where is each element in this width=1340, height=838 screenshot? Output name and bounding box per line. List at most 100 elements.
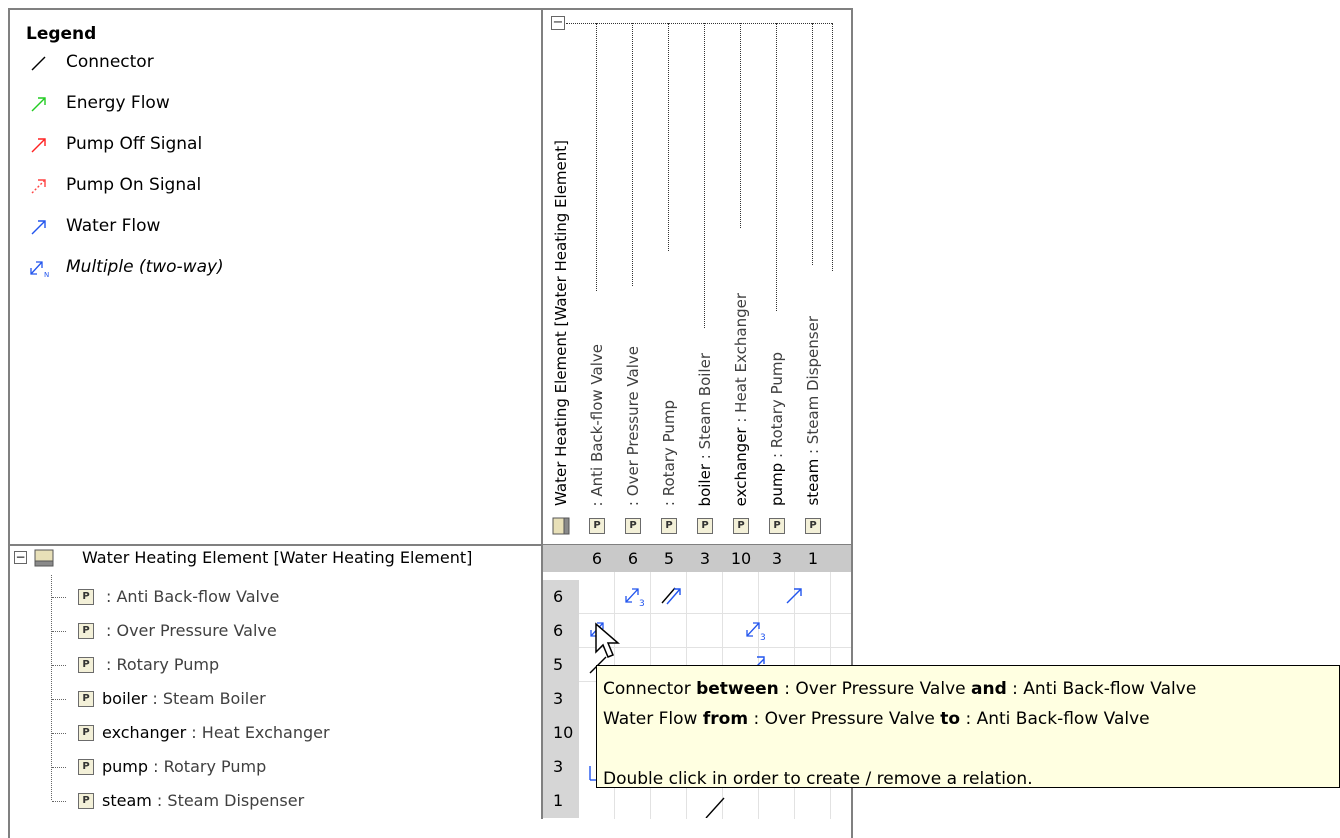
legend: Legend Connector Energy Flow Pump Off Si… xyxy=(26,24,224,296)
row-header-label: boiler : Steam Boiler xyxy=(102,689,266,708)
column-count: 10 xyxy=(730,549,752,568)
row-header-steam[interactable]: P steam : Steam Dispenser xyxy=(10,784,541,818)
tooltip-line-water-flow: Water Flow from : Over Pressure Valve to… xyxy=(603,709,1150,729)
column-header-label: boiler : Steam Boiler xyxy=(696,352,714,506)
multiple-two-way-icon[interactable]: 3 xyxy=(621,583,647,609)
block-icon xyxy=(34,549,54,567)
row-count: 1 xyxy=(543,784,579,818)
legend-item-pump-on-signal: Pump On Signal xyxy=(26,173,224,214)
pump-off-signal-icon xyxy=(31,138,46,153)
svg-text:N: N xyxy=(44,271,49,279)
column-header-label: Water Heating Element [Water Heating Ele… xyxy=(552,140,570,506)
svg-text:3: 3 xyxy=(639,599,645,609)
legend-label: Energy Flow xyxy=(66,93,170,113)
row-count: 3 xyxy=(543,682,579,716)
part-icon: P xyxy=(661,518,677,534)
legend-label: Water Flow xyxy=(66,216,161,236)
row-count: 3 xyxy=(543,750,579,784)
energy-flow-icon xyxy=(31,97,46,112)
part-icon: P xyxy=(805,518,821,534)
column-header-label: : Anti Back-flow Valve xyxy=(588,343,606,506)
part-icon: P xyxy=(78,793,94,809)
column-header-label: steam : Steam Dispenser xyxy=(804,316,822,506)
block-icon xyxy=(552,517,570,535)
tooltip-spacer xyxy=(603,734,1333,764)
legend-item-water-flow: Water Flow xyxy=(26,214,224,255)
column-header-label: pump : Rotary Pump xyxy=(768,352,786,506)
row-header-label: pump : Rotary Pump xyxy=(102,757,267,776)
part-icon: P xyxy=(697,518,713,534)
row-header-rotary-pump[interactable]: P : Rotary Pump xyxy=(10,648,541,682)
pump-on-signal-icon xyxy=(31,179,46,194)
row-header-label: steam : Steam Dispenser xyxy=(102,791,305,810)
row-header-label: : Over Pressure Valve xyxy=(106,621,277,640)
column-header-water-heating-element[interactable]: Water Heating Element [Water Heating Ele… xyxy=(543,10,579,544)
column-header-anti-back-flow-valve[interactable]: : Anti Back-flow Valve P xyxy=(579,10,615,544)
column-count: 1 xyxy=(807,549,819,568)
multiple-two-way-icon[interactable]: 3 xyxy=(742,617,768,643)
part-icon: P xyxy=(589,518,605,534)
column-header-exchanger[interactable]: exchanger : Heat Exchanger P xyxy=(723,10,759,544)
column-header-label: exchanger : Heat Exchanger xyxy=(732,292,750,506)
legend-item-pump-off-signal: Pump Off Signal xyxy=(26,132,224,173)
column-header-boiler[interactable]: boiler : Steam Boiler P xyxy=(687,10,723,544)
row-header-water-heating-element[interactable]: − Water Heating Element [Water Heating E… xyxy=(10,544,541,572)
column-count: 5 xyxy=(663,549,675,568)
legend-item-energy-flow: Energy Flow xyxy=(26,91,224,132)
row-header-pump[interactable]: P pump : Rotary Pump xyxy=(10,750,541,784)
part-icon: P xyxy=(78,691,94,707)
legend-label: Pump Off Signal xyxy=(66,134,203,154)
legend-label: Connector xyxy=(66,52,154,72)
row-header-boiler[interactable]: P boiler : Steam Boiler xyxy=(10,682,541,716)
column-count: 6 xyxy=(591,549,603,568)
part-icon: P xyxy=(78,623,94,639)
row-header-exchanger[interactable]: P exchanger : Heat Exchanger xyxy=(10,716,541,750)
connector-icon xyxy=(31,56,46,71)
row-header-over-pressure-valve[interactable]: P : Over Pressure Valve xyxy=(10,614,541,648)
cell-tooltip: Connector between : Over Pressure Valve … xyxy=(596,665,1340,789)
part-icon: P xyxy=(78,725,94,741)
row-count: 5 xyxy=(543,648,579,682)
connector-water-flow-icon[interactable] xyxy=(659,583,685,609)
row-header-anti-back-flow-valve[interactable]: P : Anti Back-flow Valve xyxy=(10,580,541,614)
part-icon: P xyxy=(625,518,641,534)
column-header-rotary-pump[interactable]: : Rotary Pump P xyxy=(651,10,687,544)
legend-item-multiple-two-way: N Multiple (two-way) xyxy=(26,255,224,296)
tooltip-hint: Double click in order to create / remove… xyxy=(603,769,1033,789)
column-count-row: 6 6 5 3 10 3 1 xyxy=(543,545,851,572)
row-header-label: : Rotary Pump xyxy=(106,655,220,674)
column-tree-line xyxy=(832,23,833,271)
connector-icon[interactable] xyxy=(702,792,728,818)
mouse-cursor-icon xyxy=(595,622,621,658)
column-header-pump[interactable]: pump : Rotary Pump P xyxy=(759,10,795,544)
legend-label: Pump On Signal xyxy=(66,175,202,195)
column-header-steam[interactable]: steam : Steam Dispenser P xyxy=(795,10,831,544)
legend-title: Legend xyxy=(26,24,97,44)
collapse-rows-toggle[interactable]: − xyxy=(14,551,27,564)
column-header-label: : Rotary Pump xyxy=(660,399,678,506)
column-count: 3 xyxy=(771,549,783,568)
row-count: 10 xyxy=(543,716,579,750)
column-header-label: : Over Pressure Valve xyxy=(624,345,642,506)
tooltip-line-connector: Connector between : Over Pressure Valve … xyxy=(603,679,1197,699)
column-count: 3 xyxy=(699,549,711,568)
row-header-label: exchanger : Heat Exchanger xyxy=(102,723,330,742)
multiple-two-way-icon: N xyxy=(30,261,49,279)
svg-text:3: 3 xyxy=(760,633,766,643)
water-flow-icon xyxy=(31,220,46,235)
row-count: 6 xyxy=(543,580,579,614)
part-icon: P xyxy=(78,759,94,775)
legend-label: Multiple (two-way) xyxy=(66,257,224,277)
column-header-over-pressure-valve[interactable]: : Over Pressure Valve P xyxy=(615,10,651,544)
row-header-label: Water Heating Element [Water Heating Ele… xyxy=(82,548,473,567)
grid-line xyxy=(579,613,851,614)
row-header-label: : Anti Back-flow Valve xyxy=(106,587,280,606)
row-count: 6 xyxy=(543,614,579,648)
legend-item-connector: Connector xyxy=(26,50,224,91)
part-icon: P xyxy=(78,589,94,605)
column-count: 6 xyxy=(627,549,639,568)
water-flow-icon[interactable] xyxy=(781,583,807,609)
part-icon: P xyxy=(78,657,94,673)
part-icon: P xyxy=(733,518,749,534)
part-icon: P xyxy=(769,518,785,534)
